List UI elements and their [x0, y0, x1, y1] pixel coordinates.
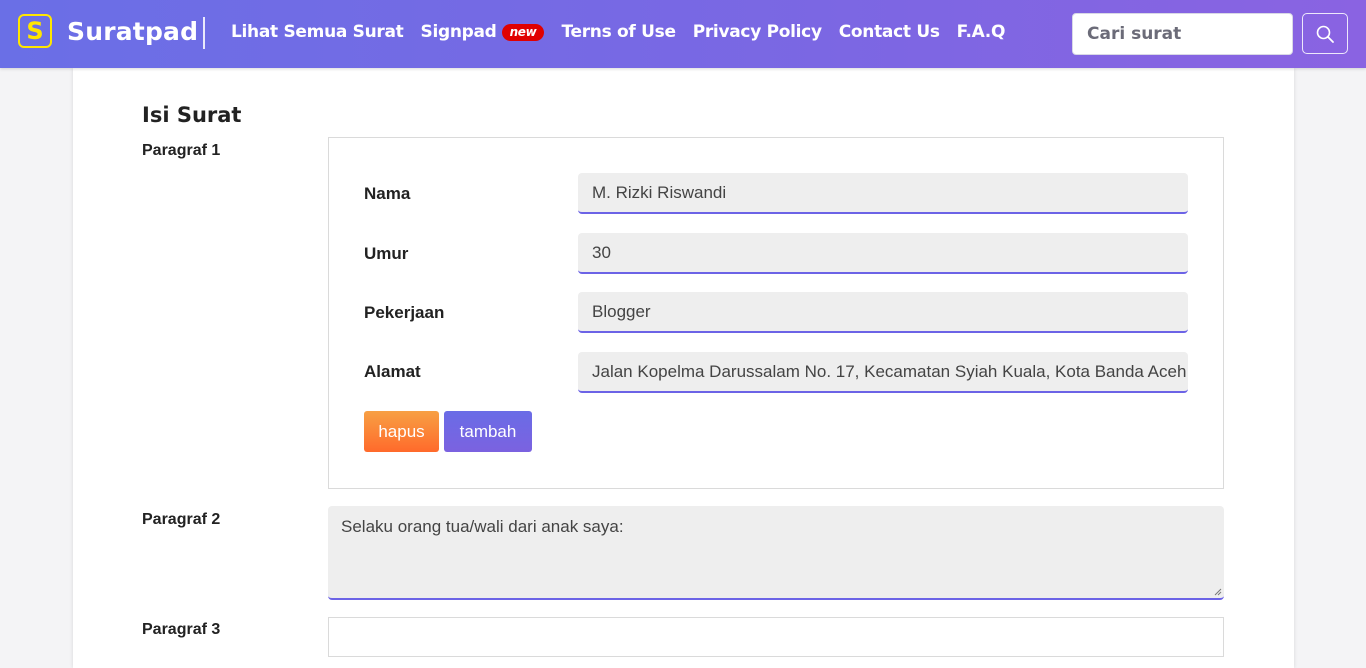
field-label-nama: Nama	[364, 184, 411, 203]
nav-link-faq[interactable]: F.A.Q	[957, 22, 1006, 42]
nav-link-contact-us[interactable]: Contact Us	[839, 22, 940, 42]
brand-divider	[203, 17, 205, 49]
paragraf-3-label: Paragraf 3	[142, 621, 221, 638]
pekerjaan-input[interactable]: Blogger	[578, 292, 1188, 333]
nav-link-signpad-label: Signpad	[420, 22, 497, 42]
paragraf-3-box	[328, 617, 1224, 657]
nav-link-terms-of-use[interactable]: Terns of Use	[561, 22, 676, 42]
search-input[interactable]	[1072, 13, 1293, 55]
nama-input[interactable]: M. Rizki Riswandi	[578, 173, 1188, 214]
paragraf-2-text: Selaku orang tua/wali dari anak saya:	[341, 517, 624, 536]
brand-logo-icon: S	[18, 14, 52, 48]
nav-link-lihat-semua-surat[interactable]: Lihat Semua Surat	[231, 22, 404, 42]
nav-link-privacy-policy[interactable]: Privacy Policy	[693, 22, 822, 42]
section-title: Isi Surat	[142, 103, 242, 127]
tambah-button[interactable]: tambah	[444, 411, 532, 452]
new-badge: new	[501, 23, 545, 41]
nav-links: Lihat Semua Surat Signpad new Terns of U…	[231, 22, 1022, 42]
field-label-alamat: Alamat	[364, 362, 421, 381]
brand[interactable]: S Suratpad	[18, 14, 198, 48]
field-label-umur: Umur	[364, 244, 409, 263]
search-icon	[1316, 25, 1334, 43]
alamat-input[interactable]: Jalan Kopelma Darussalam No. 17, Kecamat…	[578, 352, 1188, 393]
resize-grip-icon[interactable]	[1214, 588, 1222, 596]
nav-link-signpad[interactable]: Signpad new	[421, 22, 545, 42]
search-button[interactable]	[1302, 13, 1348, 54]
brand-name: Suratpad	[67, 16, 199, 46]
field-label-pekerjaan: Pekerjaan	[364, 303, 445, 322]
paragraf-2-textarea[interactable]: Selaku orang tua/wali dari anak saya:	[328, 506, 1224, 600]
hapus-button[interactable]: hapus	[364, 411, 439, 452]
paragraf-1-label: Paragraf 1	[142, 142, 221, 159]
umur-input[interactable]: 30	[578, 233, 1188, 274]
navbar: S Suratpad Lihat Semua Surat Signpad new…	[0, 0, 1366, 68]
paragraf-2-label: Paragraf 2	[142, 511, 221, 528]
